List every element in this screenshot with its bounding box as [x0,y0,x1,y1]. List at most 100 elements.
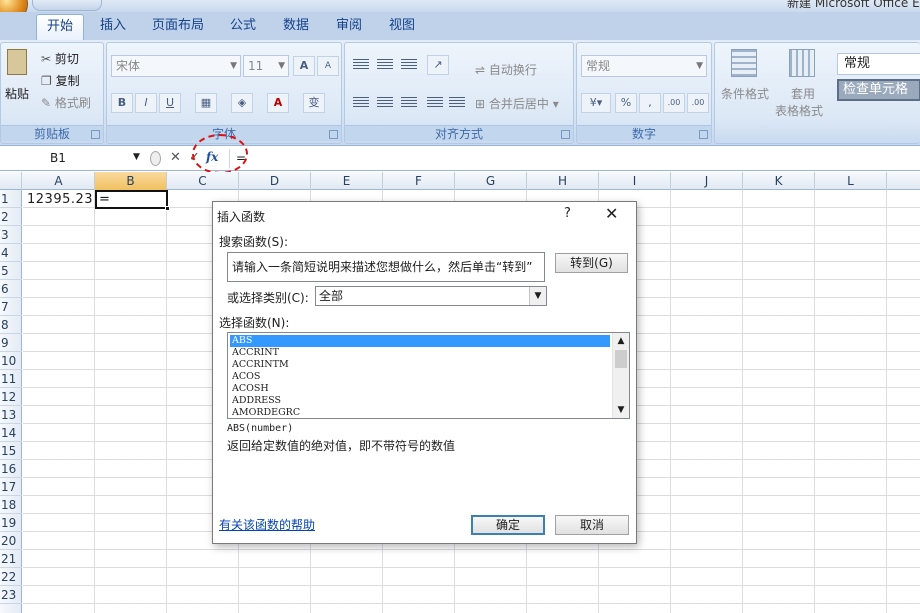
fill-handle[interactable] [165,206,170,211]
tab-review[interactable]: 审阅 [330,14,368,40]
row-header-21[interactable]: 21 [0,550,22,568]
increase-decimal-button[interactable]: .00 [663,93,685,113]
tab-page-layout[interactable]: 页面布局 [146,14,210,40]
align-top-icon[interactable] [353,59,369,71]
normal-style-cell[interactable]: 常规 [837,53,920,75]
percent-button[interactable]: % [615,93,637,113]
row-header-17[interactable]: 17 [0,478,22,496]
font-launcher-icon[interactable] [329,130,338,139]
align-bottom-icon[interactable] [401,59,417,71]
fill-color-icon[interactable]: ◈ [231,93,253,113]
list-item[interactable]: ABS [230,335,610,347]
list-item[interactable]: ACOSH [230,383,610,395]
row-header-23[interactable]: 23 [0,586,22,604]
row-header-19[interactable]: 19 [0,514,22,532]
number-launcher-icon[interactable] [699,130,708,139]
list-scrollbar[interactable]: ▲ ▼ [612,333,629,418]
tab-view[interactable]: 视图 [382,14,422,40]
close-icon[interactable]: ✕ [605,204,618,223]
column-header-a[interactable]: A [23,172,95,190]
tab-insert[interactable]: 插入 [92,14,134,40]
row-header-18[interactable]: 18 [0,496,22,514]
column-header-e[interactable]: E [311,172,383,190]
copy-button[interactable]: ❐ 复制 [41,72,80,89]
row-header-10[interactable]: 10 [0,352,22,370]
tab-data[interactable]: 数据 [276,14,316,40]
table-format-button-line1[interactable]: 套用 [791,85,815,102]
row-header-16[interactable]: 16 [0,460,22,478]
column-header-j[interactable]: J [671,172,743,190]
list-item[interactable]: ACOS [230,371,610,383]
italic-button[interactable]: I [135,93,157,113]
chevron-down-icon[interactable]: ▼ [529,287,546,305]
row-header-20[interactable]: 20 [0,532,22,550]
align-middle-icon[interactable] [377,59,393,71]
column-header-g[interactable]: G [455,172,527,190]
help-icon[interactable]: ? [564,206,571,221]
row-header-1[interactable]: 1 [0,190,22,208]
grow-font-button[interactable]: A [293,56,315,76]
list-item[interactable]: ADDRESS [230,395,610,407]
increase-indent-icon[interactable] [449,97,465,109]
font-size-combo[interactable]: 11 ▼ [243,55,289,77]
select-all-corner[interactable] [0,172,22,190]
merge-center-button[interactable]: ⊞ 合并后居中 ▾ [475,95,559,112]
row-header-15[interactable]: 15 [0,442,22,460]
function-help-link[interactable]: 有关该函数的帮助 [219,516,315,533]
formula-input[interactable]: = [229,149,919,168]
paste-button[interactable]: 粘贴 [5,85,29,102]
row-header-3[interactable]: 3 [0,226,22,244]
cell-a1[interactable]: 12395.23 [27,192,93,208]
check-cell-style[interactable]: 检查单元格 [837,79,920,101]
cancel-icon[interactable]: ✕ [170,150,181,165]
orientation-icon[interactable]: ↗ [427,55,449,75]
alignment-launcher-icon[interactable] [561,130,570,139]
go-button[interactable]: 转到(G) [555,253,628,273]
column-header-h[interactable]: H [527,172,599,190]
table-format-button-line2[interactable]: 表格格式 [775,102,823,119]
row-header-2[interactable]: 2 [0,208,22,226]
bold-button[interactable]: B [111,93,133,113]
tab-formulas[interactable]: 公式 [224,14,262,40]
name-box[interactable]: B1 [4,149,146,168]
ok-button[interactable]: 确定 [471,515,545,535]
function-search-input[interactable]: 请输入一条简短说明来描述您想做什么，然后单击“转到” [227,252,545,282]
list-item[interactable]: AMORDEGRC [230,407,610,418]
borders-icon[interactable]: ▦ [195,93,217,113]
row-header-8[interactable]: 8 [0,316,22,334]
row-header-11[interactable]: 11 [0,370,22,388]
cell-b1-active[interactable]: = [95,190,168,209]
chevron-up-icon[interactable]: ▲ [613,333,629,349]
row-header-13[interactable]: 13 [0,406,22,424]
column-header-d[interactable]: D [239,172,311,190]
chevron-down-icon[interactable]: ▼ [133,152,140,162]
number-format-combo[interactable]: 常规 ▼ [581,55,707,77]
column-header-f[interactable]: F [383,172,455,190]
comma-button[interactable]: , [639,93,661,113]
row-header-22[interactable]: 22 [0,568,22,586]
clipboard-launcher-icon[interactable] [91,130,100,139]
font-color-icon[interactable]: A [267,93,289,113]
shrink-font-button[interactable]: A [317,56,339,76]
font-name-combo[interactable]: 宋体 ▼ [111,55,241,77]
conditional-format-button[interactable]: 条件格式 [721,85,769,102]
row-header-5[interactable]: 5 [0,262,22,280]
format-painter-button[interactable]: ✎ 格式刷 [41,94,91,111]
row-header-14[interactable]: 14 [0,424,22,442]
decrease-indent-icon[interactable] [427,97,443,109]
column-header-l[interactable]: L [815,172,887,190]
align-right-icon[interactable] [401,97,417,109]
chevron-down-icon[interactable]: ▼ [613,402,629,418]
phonetic-button[interactable]: 变 [303,93,325,113]
function-list[interactable]: ABS ACCRINT ACCRINTM ACOS ACOSH ADDRESS … [227,332,630,419]
tab-home[interactable]: 开始 [36,14,84,40]
scroll-thumb[interactable] [615,350,627,368]
column-header-b[interactable]: B [95,172,167,190]
category-select[interactable]: 全部 ▼ [315,286,547,306]
wrap-text-button[interactable]: ⇌ 自动换行 [475,61,537,78]
row-header-7[interactable]: 7 [0,298,22,316]
align-center-icon[interactable] [377,97,393,109]
underline-button[interactable]: U [159,93,181,113]
column-header-i[interactable]: I [599,172,671,190]
row-header-12[interactable]: 12 [0,388,22,406]
